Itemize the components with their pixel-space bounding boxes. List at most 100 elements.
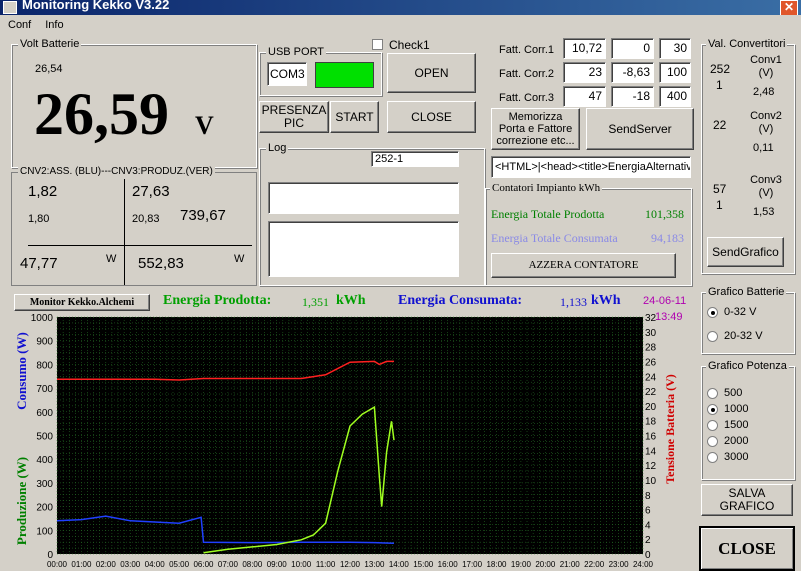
- x-tick-label: 07:00: [218, 560, 239, 569]
- x-tick-label: 04:00: [145, 560, 166, 569]
- energia-consumata-unit: kWh: [591, 293, 621, 308]
- sendserver-button[interactable]: SendServer: [586, 108, 694, 150]
- pot-option-1000: 1000: [724, 403, 749, 415]
- cnv-group-label: CNV2:ASS. (BLU)---CNV3:PRODUZ.(VER): [18, 166, 215, 177]
- log-field-3[interactable]: [268, 221, 459, 277]
- energia-prodotta-unit: kWh: [336, 293, 366, 308]
- y-left-tick-label: 700: [36, 384, 53, 395]
- y-right-tick-label: 2: [645, 535, 651, 546]
- conv3-name: Conv3 (V): [750, 174, 782, 199]
- usb-group: USB PORT COM3: [259, 46, 382, 96]
- pot-radio-1000[interactable]: [707, 404, 718, 415]
- x-tick-label: 16:00: [438, 560, 459, 569]
- y-right-tick-label: 26: [645, 357, 657, 368]
- port-status-indicator: [315, 62, 374, 88]
- fatt-2-v1[interactable]: 23: [563, 62, 606, 83]
- cnv-w2: 552,83: [138, 255, 184, 272]
- convertitori-group: Val. Convertitori 252 1 Conv1 (V) 2,48 2…: [701, 38, 795, 274]
- y-right-tick-label: 8: [645, 491, 651, 502]
- title-bar: Monitoring Kekko V3.22 ✕: [0, 0, 801, 15]
- fatt-3-v2[interactable]: -18: [611, 86, 654, 107]
- y-right-tick-label: 28: [645, 343, 657, 354]
- conv3-a: 57: [713, 182, 727, 196]
- window-close-button[interactable]: ✕: [780, 0, 798, 15]
- pot-radio-500[interactable]: [707, 388, 718, 399]
- fatt-1-v2[interactable]: 0: [611, 38, 654, 59]
- port-input[interactable]: COM3: [267, 62, 307, 86]
- pot-option-1500: 1500: [724, 419, 749, 431]
- cnv-b1: 27,63: [132, 183, 170, 200]
- azzera-contatore-button[interactable]: AZZERA CONTATORE: [491, 253, 676, 278]
- x-tick-label: 03:00: [120, 560, 141, 569]
- convertitori-group-label: Val. Convertitori: [706, 38, 788, 50]
- energia-prodotta-label: Energia Totale Prodotta: [491, 207, 605, 221]
- energia-prodotta-value: 101,358: [645, 207, 684, 221]
- pot-radio-2000[interactable]: [707, 436, 718, 447]
- log-field-2[interactable]: [268, 182, 459, 214]
- start-button[interactable]: START: [330, 101, 379, 133]
- cnv-a1: 1,82: [28, 183, 58, 200]
- y-right-tick-label: 4: [645, 520, 651, 531]
- energia-prodotta-kwh: 1,351: [302, 295, 329, 309]
- x-tick-label: 10:00: [291, 560, 312, 569]
- app-icon: [3, 1, 17, 14]
- y-right-tick-label: 22: [645, 387, 657, 398]
- y-right-tick-label: 20: [645, 402, 657, 413]
- close-big-button[interactable]: CLOSE: [699, 526, 795, 571]
- fatt-3-v1[interactable]: 47: [563, 86, 606, 107]
- y-right-tick-label: 14: [645, 446, 657, 457]
- energia-consumata-kwh: 1,133: [560, 295, 587, 309]
- x-tick-label: 17:00: [462, 560, 483, 569]
- monitor-header: Monitor Kekko.Alchemi Energia Prodotta: …: [11, 293, 688, 311]
- log-field-1[interactable]: 252-1: [371, 151, 459, 167]
- sendgrafico-button[interactable]: SendGrafico: [707, 237, 784, 267]
- presenza-pic-button[interactable]: PRESENZA PIC: [259, 101, 329, 133]
- menu-info[interactable]: Info: [45, 19, 63, 31]
- x-tick-label: 01:00: [71, 560, 92, 569]
- html-field[interactable]: <HTML>|<head><title>EnergiaAlternativa: [491, 156, 691, 178]
- fatt-1-v3[interactable]: 30: [659, 38, 691, 59]
- close-port-button[interactable]: CLOSE: [387, 101, 476, 133]
- menu-bar: Conf Info: [0, 17, 801, 33]
- conv2-a: 22: [713, 118, 727, 132]
- y-right-tick-label: 30: [645, 328, 657, 339]
- check1-label: Check1: [389, 38, 430, 52]
- cnv-horizontal-divider: [28, 245, 252, 246]
- pot-radio-1500[interactable]: [707, 420, 718, 431]
- check1-box[interactable]: [372, 39, 383, 50]
- x-tick-label: 02:00: [96, 560, 117, 569]
- log-group-label: Log: [266, 142, 289, 154]
- monitor-time: 13:49: [655, 311, 683, 323]
- pot-option-3000: 3000: [724, 451, 749, 463]
- y-left-tick-label: 300: [36, 479, 53, 490]
- energia-consumata-value: 94,183: [651, 231, 684, 245]
- y-left-tick-label: 500: [36, 432, 53, 443]
- fatt-3-v3[interactable]: 400: [659, 86, 691, 107]
- fatt-1-v1[interactable]: 10,72: [563, 38, 606, 59]
- menu-conf[interactable]: Conf: [8, 19, 31, 31]
- x-tick-label: 05:00: [169, 560, 190, 569]
- x-tick-label: 15:00: [413, 560, 434, 569]
- y-left-tick-label: 400: [36, 455, 53, 466]
- cnv-b3: 739,67: [180, 207, 226, 224]
- pot-radio-3000[interactable]: [707, 452, 718, 463]
- conv2-name: Conv2 (V): [750, 110, 782, 135]
- x-tick-label: 13:00: [364, 560, 385, 569]
- batt-radio-0-32[interactable]: [707, 307, 718, 318]
- cnv-w1-unit: W: [106, 253, 117, 265]
- fatt-2-v3[interactable]: 100: [659, 62, 691, 83]
- grafico-batterie-group: Grafico Batterie 0-32 V 20-32 V: [701, 286, 795, 354]
- memorizza-button[interactable]: Memorizza Porta e Fattore correzione etc…: [491, 108, 580, 150]
- cnv-b2: 20,83: [132, 213, 160, 225]
- open-button[interactable]: OPEN: [387, 53, 476, 93]
- window-title: Monitoring Kekko V3.22: [22, 0, 170, 12]
- x-tick-label: 12:00: [340, 560, 361, 569]
- conv2-value: 0,11: [753, 142, 774, 154]
- fatt-2-v2[interactable]: -8,63: [611, 62, 654, 83]
- x-tick-label: 22:00: [584, 560, 605, 569]
- batt-radio-20-32[interactable]: [707, 331, 718, 342]
- y-right-tick-label: 6: [645, 506, 651, 517]
- salva-grafico-button[interactable]: SALVA GRAFICO: [701, 484, 793, 516]
- y-axis-label-tensione: Tensione Batteria (V): [663, 374, 677, 484]
- batt-option-0-32: 0-32 V: [724, 306, 757, 318]
